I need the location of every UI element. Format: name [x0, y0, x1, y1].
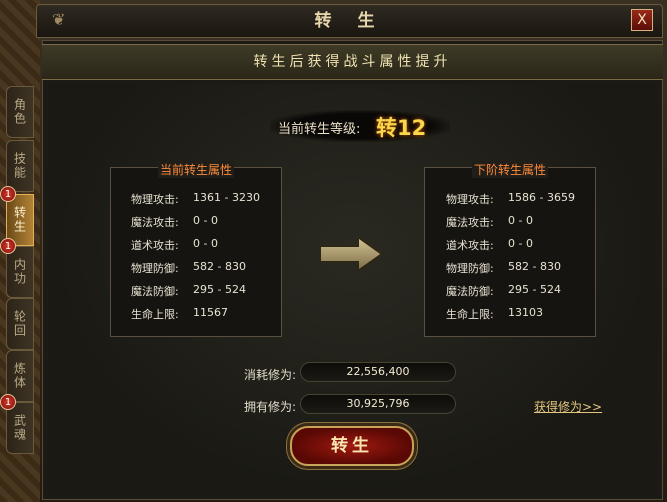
stat-label: 魔法攻击:	[131, 216, 179, 229]
notification-badge: 1	[0, 186, 16, 202]
stat-value: 11567	[193, 306, 228, 319]
stat-label: 魔法防御:	[131, 285, 179, 298]
stat-value: 0 - 0	[508, 214, 533, 227]
stat-label: 物理攻击:	[131, 193, 179, 206]
rebirth-button[interactable]: 转生	[290, 426, 414, 466]
subtitle: 转生后获得战斗属性提升	[253, 54, 452, 70]
stat-value: 295 - 524	[193, 283, 246, 296]
stat-label: 物理防御:	[131, 262, 179, 275]
tab-reincarnation[interactable]: 轮回	[6, 298, 34, 350]
stat-label: 生命上限:	[446, 308, 494, 321]
stat-value: 0 - 0	[193, 214, 218, 227]
tab-inner-power[interactable]: 内功	[6, 246, 34, 298]
stat-value: 0 - 0	[193, 237, 218, 250]
stat-value: 582 - 830	[193, 260, 246, 273]
notification-badge: 1	[0, 394, 16, 410]
stat-label: 魔法防御:	[446, 285, 494, 298]
tab-role[interactable]: 角色	[6, 86, 34, 138]
tab-label: 武魂	[12, 414, 27, 442]
stat-label: 道术攻击:	[131, 239, 179, 252]
stat-label: 道术攻击:	[446, 239, 494, 252]
stat-value: 0 - 0	[508, 237, 533, 250]
arrow-right-icon	[319, 236, 384, 272]
close-button[interactable]: X	[631, 9, 653, 31]
level-label: 当前转生等级:	[278, 122, 361, 137]
cost-value-field: 22,556,400	[300, 362, 456, 382]
get-cultivation-link[interactable]: 获得修为>>	[534, 398, 602, 415]
current-stats-title: 当前转生属性	[158, 161, 235, 178]
stat-value: 582 - 830	[508, 260, 561, 273]
notification-badge: 1	[0, 238, 16, 254]
stat-value: 1361 - 3230	[193, 191, 260, 204]
tab-label: 轮回	[12, 310, 27, 338]
cost-label: 消耗修为:	[244, 368, 297, 382]
owned-value-field: 30,925,796	[300, 394, 456, 414]
level-value: 转12	[376, 116, 427, 140]
owned-label: 拥有修为:	[244, 400, 297, 414]
tab-label: 转生	[12, 206, 27, 234]
tab-label: 内功	[12, 258, 27, 286]
tab-martial-soul[interactable]: 武魂	[6, 402, 34, 454]
stat-label: 生命上限:	[131, 308, 179, 321]
window-title: 转 生	[314, 11, 385, 31]
tab-label: 技能	[12, 152, 27, 180]
stat-label: 魔法攻击:	[446, 216, 494, 229]
stat-value: 1586 - 3659	[508, 191, 575, 204]
stat-value: 13103	[508, 306, 543, 319]
tab-skills[interactable]: 技能	[6, 140, 34, 192]
next-stats-title: 下阶转生属性	[472, 161, 549, 178]
stat-label: 物理攻击:	[446, 193, 494, 206]
tab-label: 炼体	[12, 362, 27, 390]
tab-label: 角色	[12, 98, 27, 126]
stat-value: 295 - 524	[508, 283, 561, 296]
stat-label: 物理防御:	[446, 262, 494, 275]
